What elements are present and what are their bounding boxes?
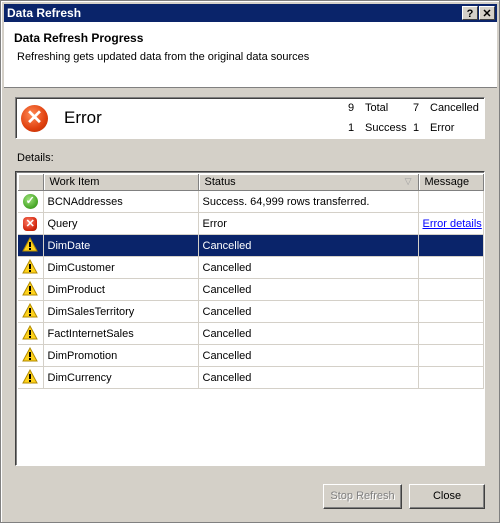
header-panel: Data Refresh Progress Refreshing gets up… <box>4 22 497 88</box>
status-cell: Success. 64,999 rows transferred. <box>198 190 419 213</box>
row-status-icon-cell <box>18 322 44 345</box>
work-item-cell: DimDate <box>43 234 199 257</box>
table-row[interactable]: DimCurrency Cancelled <box>18 366 484 389</box>
work-item-cell: DimCustomer <box>43 256 199 279</box>
row-status-icon-cell <box>18 256 44 279</box>
status-cell: Cancelled <box>198 278 419 301</box>
row-status-icon-cell: ✕ <box>18 212 44 235</box>
row-status-icon-cell <box>18 278 44 301</box>
row-status-icon-cell <box>18 234 44 257</box>
row-status-icon-cell: ✓ <box>18 190 44 213</box>
message-cell <box>418 344 484 367</box>
title-bar: Data Refresh ? ✕ <box>4 4 497 22</box>
row-status-icon-cell <box>18 300 44 323</box>
warning-icon <box>22 346 39 365</box>
column-header-status[interactable]: Status ▽ <box>198 174 419 191</box>
stop-refresh-button[interactable]: Stop Refresh <box>323 484 402 509</box>
error-label: Error <box>430 122 455 134</box>
message-cell <box>418 190 484 213</box>
status-cell: Error <box>198 212 419 235</box>
close-icon: ✕ <box>482 8 492 20</box>
status-cell: Cancelled <box>198 322 419 345</box>
message-cell <box>418 300 484 323</box>
work-item-cell: DimSalesTerritory <box>43 300 199 323</box>
help-button[interactable]: ? <box>462 6 478 20</box>
close-window-button[interactable]: ✕ <box>479 6 495 20</box>
error-icon: ✕ <box>21 105 48 132</box>
work-item-cell: DimPromotion <box>43 344 199 367</box>
column-header-status-label: Status <box>204 176 236 188</box>
status-cell: Cancelled <box>198 344 419 367</box>
table-row[interactable]: FactInternetSales Cancelled <box>18 322 484 345</box>
sort-descending-icon: ▽ <box>404 176 412 186</box>
details-table: Work Item Status ▽ Message ✓ BCNAddresses S… <box>18 174 484 389</box>
work-item-cell: DimProduct <box>43 278 199 301</box>
error-count: 1 <box>413 122 420 134</box>
column-header-icon[interactable] <box>18 174 44 191</box>
row-status-icon-cell <box>18 366 44 389</box>
total-count: 9 <box>348 102 355 114</box>
warning-icon <box>22 280 39 299</box>
help-icon: ? <box>466 8 474 20</box>
details-label: Details: <box>17 152 54 164</box>
work-item-cell: Query <box>43 212 199 235</box>
details-grid[interactable]: Work Item Status ▽ Message ✓ BCNAddresses S… <box>15 171 485 466</box>
warning-icon <box>22 324 39 343</box>
table-row[interactable]: ✓ BCNAddresses Success. 64,999 rows transf… <box>18 190 484 213</box>
message-cell <box>418 256 484 279</box>
header-row: Work Item Status ▽ Message <box>18 174 484 191</box>
warning-icon <box>22 368 39 387</box>
summary-state: Error <box>64 108 102 127</box>
warning-icon <box>22 258 39 277</box>
error-icon: ✕ <box>23 216 38 231</box>
header-title: Data Refresh Progress <box>14 31 144 45</box>
table-row[interactable]: DimProduct Cancelled <box>18 278 484 301</box>
column-header-message[interactable]: Message <box>418 174 484 191</box>
table-row[interactable]: DimSalesTerritory Cancelled <box>18 300 484 323</box>
status-cell: Cancelled <box>198 366 419 389</box>
work-item-cell: FactInternetSales <box>43 322 199 345</box>
message-cell <box>418 234 484 257</box>
cancelled-label: Cancelled <box>430 102 479 114</box>
status-cell: Cancelled <box>198 300 419 323</box>
table-row[interactable]: ✕ Query Error Error details <box>18 212 484 235</box>
cancelled-count: 7 <box>413 102 420 114</box>
table-row[interactable]: DimPromotion Cancelled <box>18 344 484 367</box>
table-row[interactable]: DimDate Cancelled <box>18 234 484 257</box>
warning-icon <box>22 302 39 321</box>
window-title: Data Refresh <box>7 6 82 20</box>
table-row[interactable]: DimCustomer Cancelled <box>18 256 484 279</box>
warning-icon <box>22 236 39 255</box>
message-cell <box>418 322 484 345</box>
message-cell <box>418 278 484 301</box>
success-count: 1 <box>348 122 355 134</box>
status-cell: Cancelled <box>198 256 419 279</box>
success-icon: ✓ <box>22 194 38 209</box>
row-status-icon-cell <box>18 344 44 367</box>
status-cell: Cancelled <box>198 234 419 257</box>
success-label: Success <box>365 122 407 134</box>
header-subtitle: Refreshing gets updated data from the or… <box>17 51 310 63</box>
work-item-cell: BCNAddresses <box>43 190 199 213</box>
total-label: Total <box>365 102 389 114</box>
error-details-link[interactable]: Error details <box>423 218 482 230</box>
message-cell <box>418 366 484 389</box>
message-cell: Error details <box>418 212 484 235</box>
close-button[interactable]: Close <box>409 484 485 509</box>
work-item-cell: DimCurrency <box>43 366 199 389</box>
column-header-work-item[interactable]: Work Item <box>43 174 199 191</box>
summary-panel: ✕ Error 9 Total 7 Cancelled 1 Success 1 … <box>15 97 485 139</box>
